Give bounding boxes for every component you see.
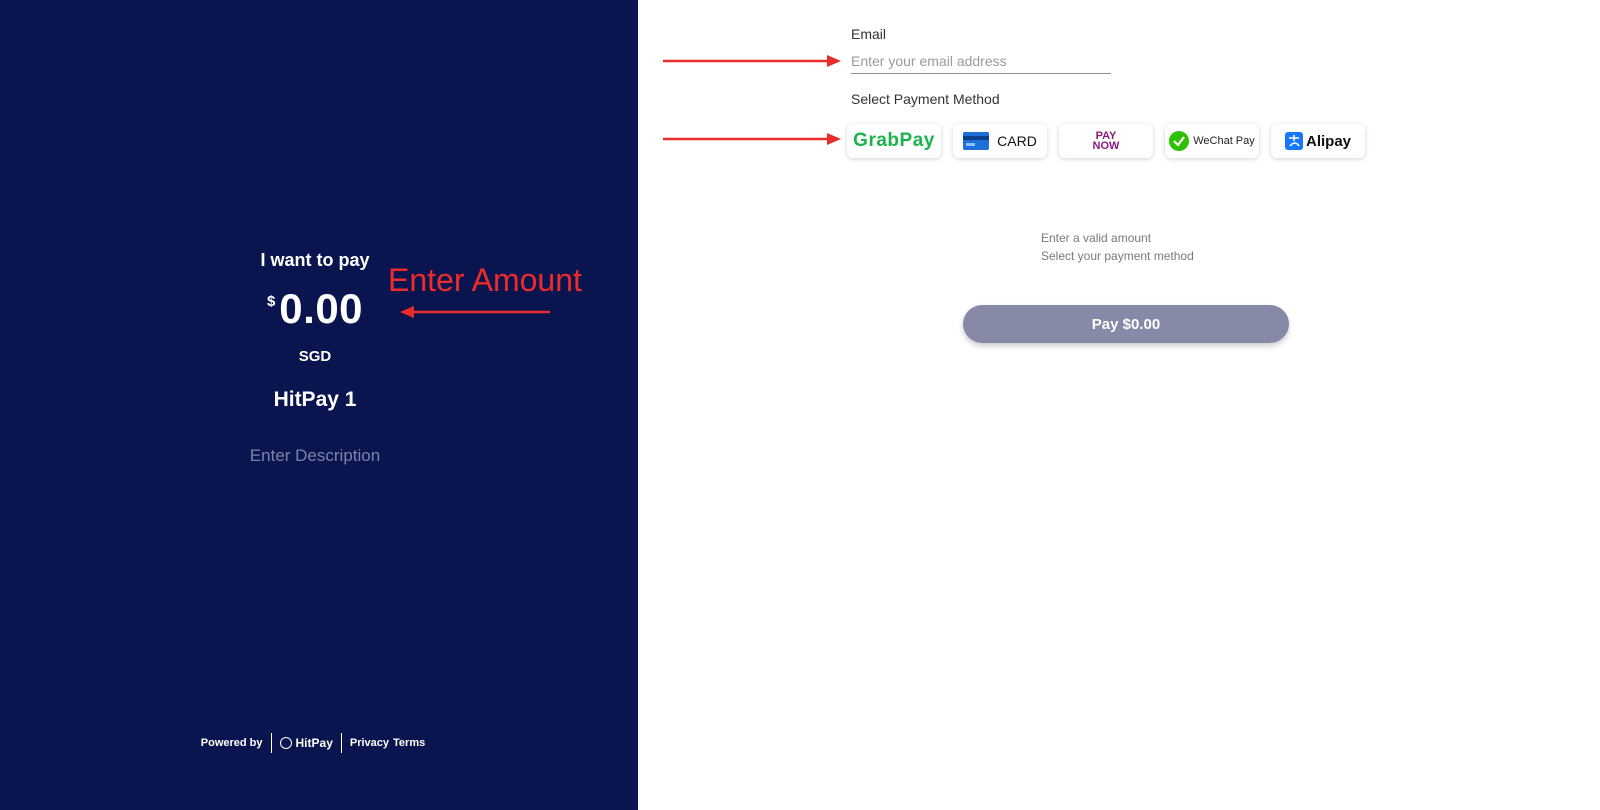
alipay-label: Alipay xyxy=(1305,132,1351,150)
pay-button[interactable]: Pay $0.00 xyxy=(963,305,1289,343)
alipay-icon xyxy=(1284,132,1303,150)
hitpay-brand[interactable]: HitPay xyxy=(279,736,333,750)
email-field[interactable] xyxy=(851,49,1111,74)
hint-payment-method: Select your payment method xyxy=(1041,249,1194,263)
paynow-logo: PAY NOW xyxy=(1092,131,1120,152)
currency-code: SGD xyxy=(298,348,332,365)
hint-amount: Enter a valid amount xyxy=(1041,231,1152,245)
wechat-icon xyxy=(1169,131,1190,151)
amount-panel: I want to pay $0.00 SGD HitPay 1 Enter D… xyxy=(0,0,638,810)
paynow-logo-bottom: NOW xyxy=(1092,140,1120,152)
annotation-arrow-amount xyxy=(400,306,550,318)
card-label: CARD xyxy=(997,133,1037,149)
payment-method-paynow[interactable]: PAY NOW xyxy=(1059,124,1153,158)
email-label: Email xyxy=(851,26,887,42)
terms-link[interactable]: Terms xyxy=(393,737,425,749)
payment-method-alipay[interactable]: Alipay xyxy=(1271,124,1365,158)
annotation-arrow-email xyxy=(663,55,841,67)
hitpay-logo-icon xyxy=(279,737,292,749)
description-input[interactable]: Enter Description xyxy=(0,446,630,466)
annotation-arrow-payment xyxy=(663,133,841,145)
annotation-enter-amount: Enter Amount xyxy=(388,262,582,298)
footer: Powered by HitPay Privacy Terms xyxy=(0,733,630,753)
credit-card-icon xyxy=(963,132,990,150)
powered-by-label: Powered by xyxy=(200,737,263,749)
payment-method-grabpay[interactable]: GrabPay xyxy=(847,124,941,158)
privacy-link[interactable]: Privacy xyxy=(350,737,389,749)
footer-divider xyxy=(340,733,342,753)
hitpay-brand-label: HitPay xyxy=(295,736,333,750)
merchant-name: HitPay 1 xyxy=(273,388,357,411)
currency-symbol: $ xyxy=(266,293,276,310)
payment-method-card[interactable]: CARD xyxy=(953,124,1047,158)
footer-divider xyxy=(270,733,272,753)
wechat-label: WeChat Pay xyxy=(1193,135,1255,147)
payment-method-wechatpay[interactable]: WeChat Pay xyxy=(1165,124,1259,158)
payment-method-label: Select Payment Method xyxy=(851,91,1000,107)
grabpay-logo: GrabPay xyxy=(853,130,935,151)
amount-input[interactable]: 0.00 xyxy=(279,285,363,332)
validation-hints: Enter a valid amount Select your payment… xyxy=(1041,229,1194,265)
payment-method-list: GrabPay CARD PAY NOW WeChat Pay Alipay xyxy=(847,124,1365,158)
